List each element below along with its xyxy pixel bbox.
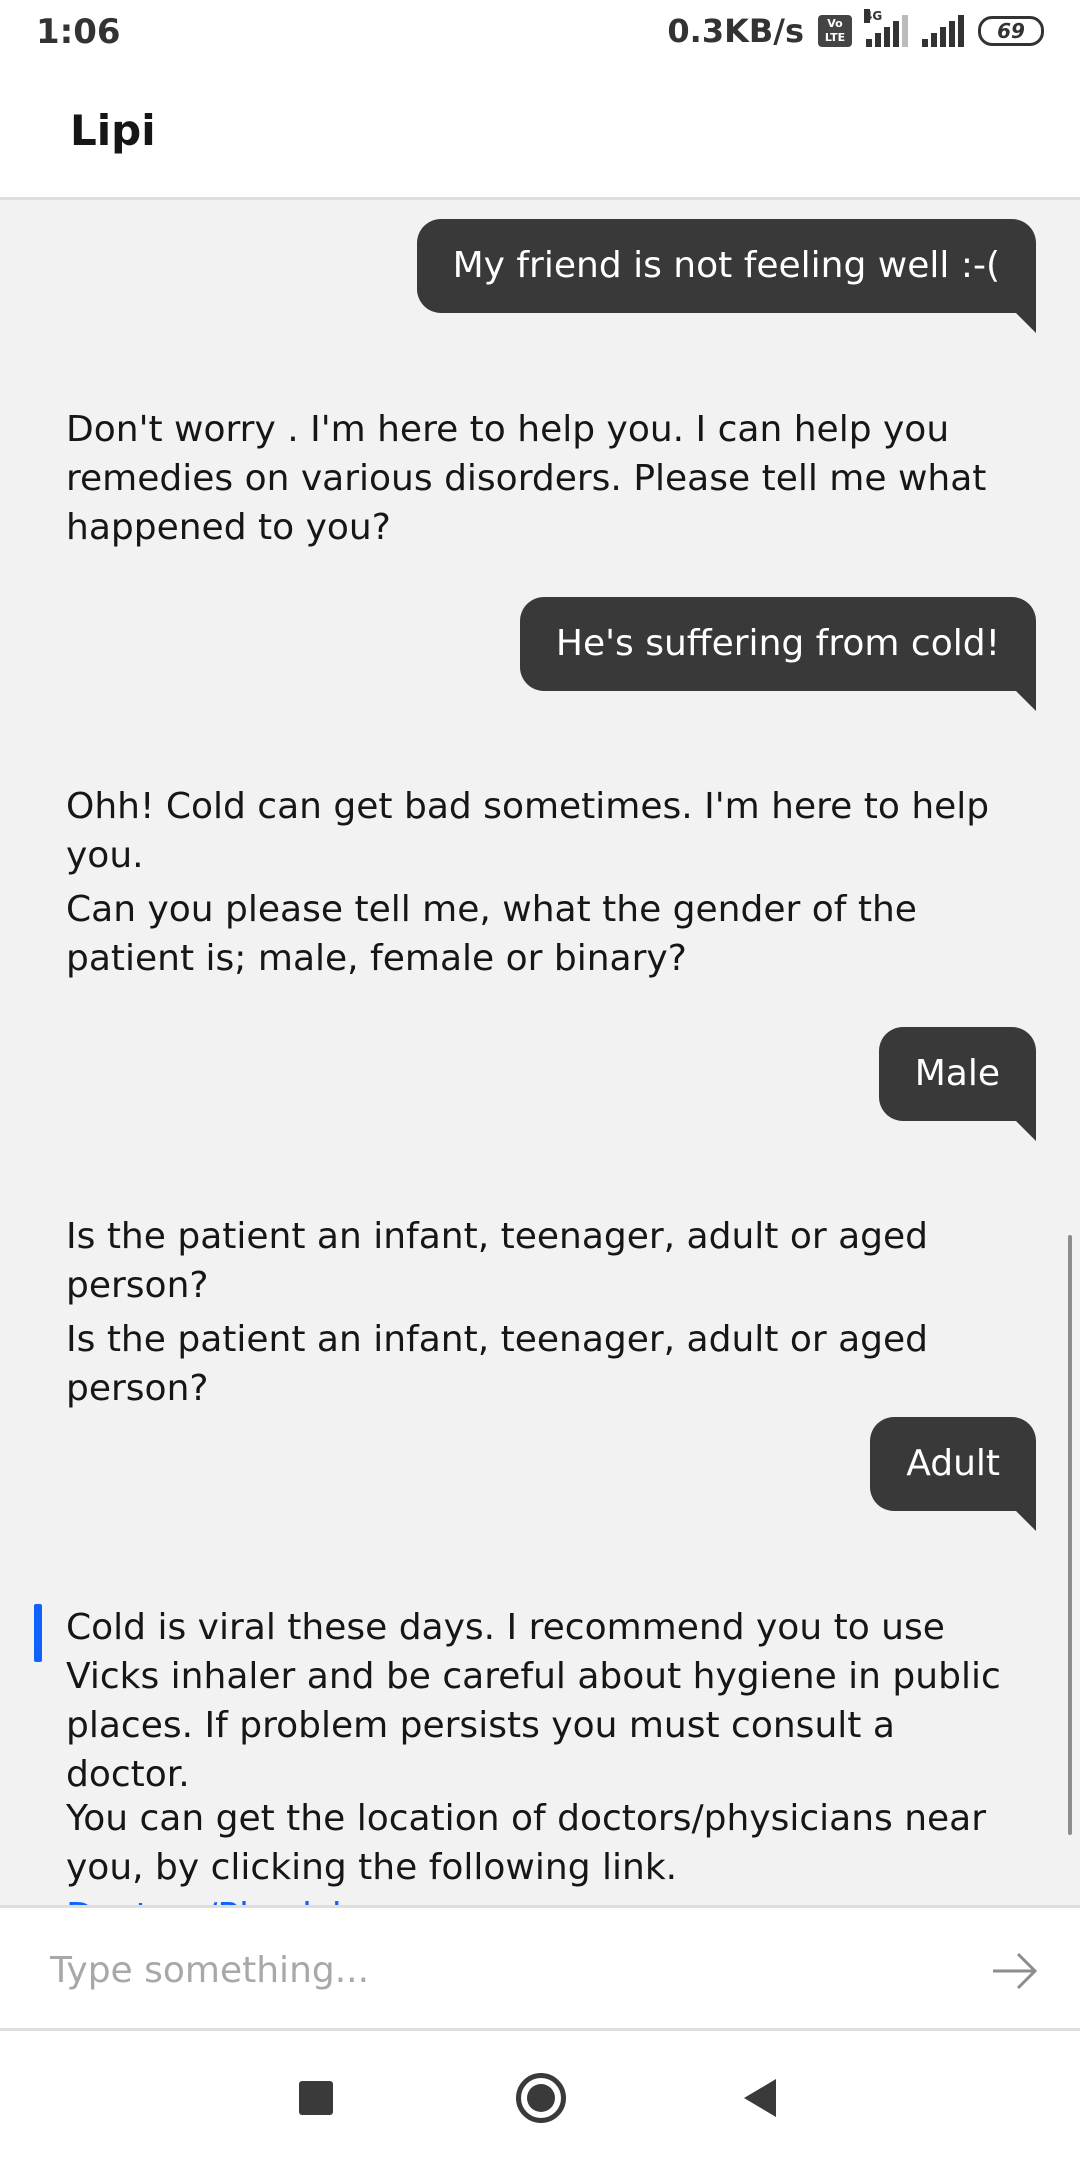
bot-message: Don't worry . I'm here to help you. I ca… bbox=[66, 409, 987, 548]
user-message: My friend is not feeling well :-( bbox=[416, 219, 1037, 333]
chat-log[interactable]: My friend is not feeling well :-( Don't … bbox=[0, 200, 1080, 1905]
volte-icon: Vo LTE bbox=[818, 15, 852, 47]
network-type-label: 4G bbox=[864, 9, 883, 23]
user-message: He's suffering from cold! bbox=[519, 597, 1037, 711]
app-header: Lipi bbox=[0, 66, 1080, 200]
battery-icon: 69 bbox=[978, 16, 1044, 46]
user-message: Male bbox=[878, 1027, 1037, 1141]
composer-bar bbox=[0, 1905, 1080, 2031]
bot-message: Is the patient an infant, teenager, adul… bbox=[66, 1216, 929, 1306]
message-input[interactable] bbox=[50, 1938, 930, 2002]
signal-icon bbox=[922, 15, 964, 47]
doctors-link[interactable]: Doctors/Physicians bbox=[66, 1896, 405, 1905]
bot-message: Ohh! Cold can get bad sometimes. I'm her… bbox=[66, 786, 990, 876]
page-title: Lipi bbox=[70, 106, 156, 155]
bot-message: Can you please tell me, what the gender … bbox=[66, 889, 917, 979]
triangle-back-icon[interactable] bbox=[744, 2079, 776, 2117]
user-message: Adult bbox=[870, 1417, 1036, 1531]
circle-icon[interactable] bbox=[516, 2073, 566, 2123]
network-speed: 0.3KB/s bbox=[667, 12, 804, 50]
bot-message-text: You can get the location of doctors/phys… bbox=[66, 1798, 987, 1888]
bot-message: You can get the location of doctors/phys… bbox=[66, 1794, 1026, 1905]
arrow-right-icon[interactable] bbox=[990, 1946, 1040, 1996]
square-icon[interactable] bbox=[299, 2081, 333, 2115]
scrollbar[interactable] bbox=[1068, 1235, 1072, 1835]
system-nav-bar bbox=[0, 2031, 1080, 2160]
status-bar: 1:06 0.3KB/s Vo LTE 4G 69 bbox=[0, 0, 1080, 66]
status-time: 1:06 bbox=[36, 12, 121, 52]
bot-message: Is the patient an infant, teenager, adul… bbox=[66, 1319, 929, 1409]
bot-message: Cold is viral these days. I recommend yo… bbox=[66, 1607, 1001, 1795]
signal-4g-icon: 4G bbox=[864, 9, 908, 47]
focus-indicator bbox=[34, 1604, 42, 1662]
status-icons: 0.3KB/s Vo LTE 4G 69 bbox=[667, 9, 1044, 50]
